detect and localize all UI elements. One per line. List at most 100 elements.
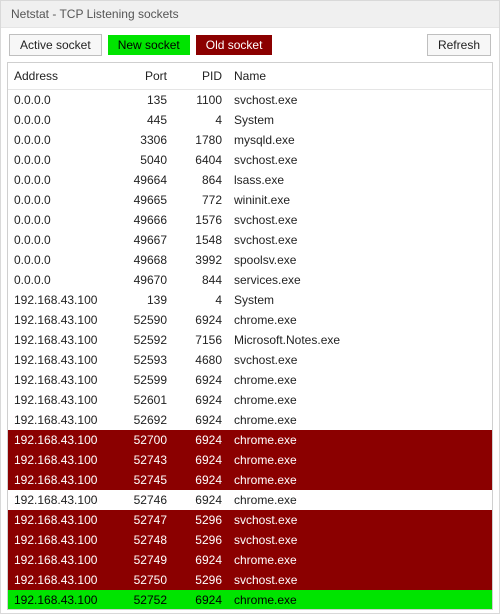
cell-port: 135 xyxy=(118,90,173,111)
cell-name: chrome.exe xyxy=(228,430,492,450)
cell-address: 192.168.43.100 xyxy=(8,550,118,570)
table-row[interactable]: 192.168.43.100527505296svchost.exe xyxy=(8,570,492,590)
toolbar: Active socket New socket Old socket Refr… xyxy=(1,28,499,62)
table-row[interactable]: 192.168.43.100527485296svchost.exe xyxy=(8,530,492,550)
cell-address: 0.0.0.0 xyxy=(8,250,118,270)
cell-name: svchost.exe xyxy=(228,90,492,111)
table-row[interactable]: 192.168.43.100525996924chrome.exe xyxy=(8,370,492,390)
cell-name: svchost.exe xyxy=(228,530,492,550)
table-row[interactable]: 192.168.43.100527006924chrome.exe xyxy=(8,430,492,450)
cell-name: chrome.exe xyxy=(228,550,492,570)
table-row[interactable]: 0.0.0.0496671548svchost.exe xyxy=(8,230,492,250)
cell-port: 52748 xyxy=(118,530,173,550)
cell-port: 49666 xyxy=(118,210,173,230)
cell-address: 192.168.43.100 xyxy=(8,530,118,550)
cell-address: 192.168.43.100 xyxy=(8,410,118,430)
table-row[interactable]: 0.0.0.033061780mysqld.exe xyxy=(8,130,492,150)
cell-pid: 6924 xyxy=(173,430,228,450)
cell-pid: 1548 xyxy=(173,230,228,250)
table-row[interactable]: 192.168.43.100525927156Microsoft.Notes.e… xyxy=(8,330,492,350)
cell-pid: 7156 xyxy=(173,330,228,350)
table-row[interactable]: 192.168.43.100525906924chrome.exe xyxy=(8,310,492,330)
table-row[interactable]: 192.168.43.100527466924chrome.exe xyxy=(8,490,492,510)
cell-address: 0.0.0.0 xyxy=(8,150,118,170)
cell-port: 52692 xyxy=(118,410,173,430)
cell-port: 5040 xyxy=(118,150,173,170)
cell-address: 192.168.43.100 xyxy=(8,570,118,590)
table-row[interactable]: 192.168.43.100527456924chrome.exe xyxy=(8,470,492,490)
socket-table-container[interactable]: Address Port PID Name 0.0.0.01351100svch… xyxy=(7,62,493,610)
cell-port: 52749 xyxy=(118,550,173,570)
cell-address: 192.168.43.100 xyxy=(8,490,118,510)
cell-pid: 4 xyxy=(173,290,228,310)
cell-address: 192.168.43.100 xyxy=(8,330,118,350)
cell-address: 192.168.43.100 xyxy=(8,510,118,530)
table-row[interactable]: 0.0.0.049665772wininit.exe xyxy=(8,190,492,210)
cell-port: 49664 xyxy=(118,170,173,190)
table-row[interactable]: 0.0.0.0496683992spoolsv.exe xyxy=(8,250,492,270)
cell-pid: 844 xyxy=(173,270,228,290)
cell-address: 0.0.0.0 xyxy=(8,270,118,290)
cell-name: svchost.exe xyxy=(228,510,492,530)
cell-address: 192.168.43.100 xyxy=(8,470,118,490)
table-row[interactable]: 192.168.43.100527436924chrome.exe xyxy=(8,450,492,470)
cell-port: 49668 xyxy=(118,250,173,270)
cell-pid: 5296 xyxy=(173,570,228,590)
cell-name: mysqld.exe xyxy=(228,130,492,150)
cell-name: chrome.exe xyxy=(228,470,492,490)
cell-address: 192.168.43.100 xyxy=(8,370,118,390)
table-row[interactable]: 192.168.43.100527475296svchost.exe xyxy=(8,510,492,530)
cell-port: 3306 xyxy=(118,130,173,150)
table-row[interactable]: 0.0.0.0496661576svchost.exe xyxy=(8,210,492,230)
table-row[interactable]: 0.0.0.01351100svchost.exe xyxy=(8,90,492,111)
table-row[interactable]: 192.168.43.1001394System xyxy=(8,290,492,310)
cell-port: 52752 xyxy=(118,590,173,610)
cell-port: 52592 xyxy=(118,330,173,350)
cell-name: chrome.exe xyxy=(228,370,492,390)
cell-name: wininit.exe xyxy=(228,190,492,210)
cell-address: 0.0.0.0 xyxy=(8,190,118,210)
table-row[interactable]: 192.168.43.100525934680svchost.exe xyxy=(8,350,492,370)
cell-port: 52745 xyxy=(118,470,173,490)
cell-port: 49670 xyxy=(118,270,173,290)
legend-new-socket: New socket xyxy=(108,35,190,55)
header-name[interactable]: Name xyxy=(228,63,492,90)
table-row[interactable]: 192.168.43.100527526924chrome.exe xyxy=(8,590,492,610)
cell-pid: 6924 xyxy=(173,390,228,410)
table-row[interactable]: 0.0.0.050406404svchost.exe xyxy=(8,150,492,170)
cell-pid: 4 xyxy=(173,110,228,130)
cell-address: 0.0.0.0 xyxy=(8,130,118,150)
cell-name: chrome.exe xyxy=(228,410,492,430)
cell-pid: 5296 xyxy=(173,510,228,530)
cell-address: 192.168.43.100 xyxy=(8,590,118,610)
cell-name: services.exe xyxy=(228,270,492,290)
cell-address: 0.0.0.0 xyxy=(8,90,118,111)
table-row[interactable]: 192.168.43.100527496924chrome.exe xyxy=(8,550,492,570)
window-title: Netstat - TCP Listening sockets xyxy=(1,1,499,28)
cell-port: 52746 xyxy=(118,490,173,510)
header-pid[interactable]: PID xyxy=(173,63,228,90)
table-row[interactable]: 192.168.43.100526926924chrome.exe xyxy=(8,410,492,430)
refresh-button[interactable]: Refresh xyxy=(427,34,491,56)
cell-name: svchost.exe xyxy=(228,350,492,370)
cell-address: 192.168.43.100 xyxy=(8,310,118,330)
cell-pid: 6924 xyxy=(173,590,228,610)
header-address[interactable]: Address xyxy=(8,63,118,90)
cell-pid: 6924 xyxy=(173,550,228,570)
active-socket-button[interactable]: Active socket xyxy=(9,34,102,56)
cell-pid: 1780 xyxy=(173,130,228,150)
table-row[interactable]: 0.0.0.049670844services.exe xyxy=(8,270,492,290)
cell-port: 52700 xyxy=(118,430,173,450)
cell-name: svchost.exe xyxy=(228,210,492,230)
table-row[interactable]: 0.0.0.049664864lsass.exe xyxy=(8,170,492,190)
header-port[interactable]: Port xyxy=(118,63,173,90)
table-row[interactable]: 192.168.43.100526016924chrome.exe xyxy=(8,390,492,410)
cell-pid: 6924 xyxy=(173,370,228,390)
table-row[interactable]: 0.0.0.04454System xyxy=(8,110,492,130)
cell-name: System xyxy=(228,110,492,130)
cell-pid: 864 xyxy=(173,170,228,190)
cell-name: svchost.exe xyxy=(228,570,492,590)
socket-table: Address Port PID Name 0.0.0.01351100svch… xyxy=(8,63,492,610)
cell-port: 52750 xyxy=(118,570,173,590)
cell-pid: 6924 xyxy=(173,450,228,470)
